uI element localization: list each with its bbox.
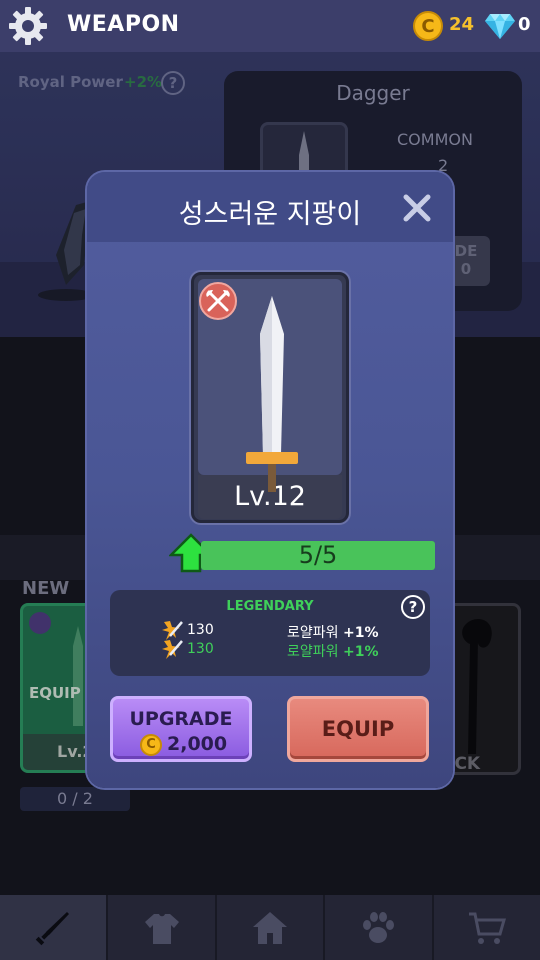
modal-title: 성스러운 지팡이: [178, 199, 362, 230]
crossed-axes-icon: [199, 282, 237, 320]
upgrade-progress-bar: 5/5: [201, 541, 435, 570]
stat-value: 130: [187, 622, 214, 638]
top-bar: WEAPON C 24 0: [0, 0, 540, 52]
stat-value: 130: [187, 641, 214, 657]
page-title: WEAPON: [67, 12, 180, 37]
close-icon[interactable]: [401, 192, 433, 224]
upgrade-progress-text: 5/5: [298, 541, 338, 569]
coin-icon: C: [140, 734, 162, 756]
equip-button[interactable]: EQUIP: [287, 696, 429, 762]
attack-icon: [162, 640, 183, 659]
upgrade-cost: 2,000: [167, 733, 228, 755]
weapon-detail-modal: 성스러운 지팡이 Lv.12 5/5 LEGENDARY ? 130 로얄파워 …: [87, 172, 453, 788]
coin-icon: C: [413, 11, 443, 41]
gear-icon[interactable]: [6, 4, 50, 48]
diamond-icon: [485, 14, 515, 39]
coin-count: 24: [449, 14, 475, 35]
stat-name: 로얄파워 +1%: [287, 622, 378, 642]
stat-name-text: 로얄파워: [287, 644, 339, 660]
sword-icon: [246, 296, 298, 492]
stat-name: 로얄파워 +1%: [287, 641, 378, 661]
gem-count: 0: [518, 14, 531, 35]
upgrade-button-label: UPGRADE: [129, 708, 233, 730]
stat-help-icon[interactable]: ?: [401, 595, 425, 619]
rarity-label: LEGENDARY: [226, 599, 314, 614]
stat-panel: LEGENDARY ? 130 로얄파워 +1% 130 로얄파워 +1%: [110, 590, 430, 676]
stat-name-text: 로얄파워: [287, 625, 339, 641]
stat-bonus: +1%: [342, 625, 379, 641]
stat-bonus: +1%: [342, 644, 379, 660]
upgrade-button[interactable]: UPGRADE C 2,000: [110, 696, 252, 762]
